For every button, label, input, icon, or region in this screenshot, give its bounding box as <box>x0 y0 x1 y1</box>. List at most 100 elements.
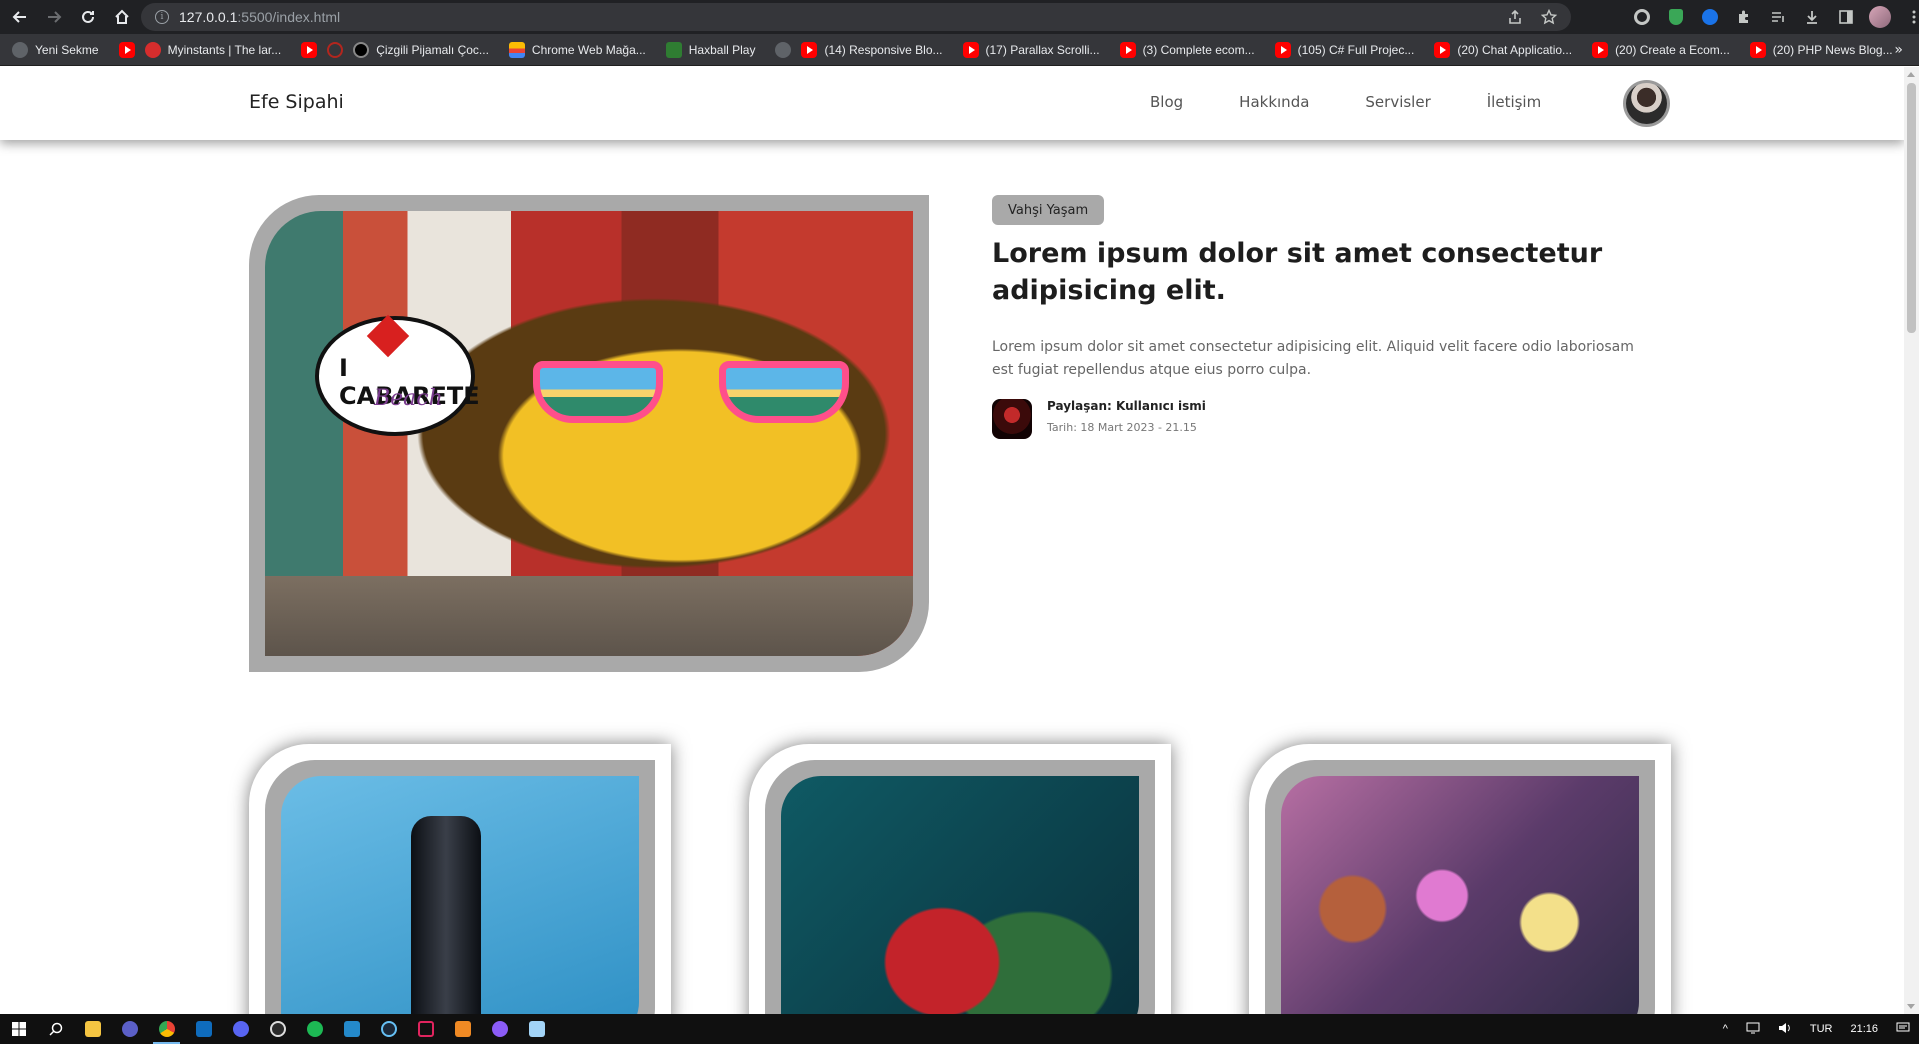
system-tray: ^ TUR 21:16 <box>1714 1014 1919 1044</box>
bookmark-item[interactable]: (20) PHP News Blog... <box>1749 41 1893 58</box>
extension-icon-1[interactable] <box>1630 5 1654 29</box>
app-icon-g[interactable] <box>259 1014 296 1044</box>
share-icon[interactable] <box>1507 9 1523 25</box>
search-icon[interactable] <box>37 1014 74 1044</box>
windows-taskbar: ^ TUR 21:16 <box>0 1014 1919 1044</box>
category-badge[interactable]: Vahşi Yaşam <box>992 195 1105 225</box>
card-image <box>281 776 639 1014</box>
bookmark-label: Myinstants | The lar... <box>167 42 282 57</box>
bookmark-item[interactable]: Yeni Sekme <box>12 41 99 58</box>
back-button[interactable] <box>6 3 34 31</box>
reload-button[interactable] <box>74 3 102 31</box>
youtube-icon <box>1592 41 1609 58</box>
bookmarks-overflow-icon[interactable]: » <box>1894 42 1903 58</box>
windows-start-icon[interactable] <box>0 1014 37 1044</box>
hero-image[interactable]: I CABARETE Beach <box>265 211 913 656</box>
bookmark-item[interactable]: (17) Parallax Scrolli... <box>962 41 1100 58</box>
app-icon-orange[interactable] <box>444 1014 481 1044</box>
post-title[interactable]: Lorem ipsum dolor sit amet consectetur a… <box>992 235 1612 309</box>
bookmark-label: (14) Responsive Blo... <box>824 42 943 57</box>
site-info-icon[interactable]: i <box>155 10 169 24</box>
media-playlist-icon[interactable] <box>1766 5 1790 29</box>
scroll-thumb[interactable] <box>1907 83 1916 333</box>
bookmark-item[interactable]: Myinstants | The lar... <box>144 41 282 58</box>
browser-toolbar: i 127.0.0.1 :5500/index.html <box>0 0 1919 34</box>
dark-icon <box>353 41 370 58</box>
url-host: 127.0.0.1 <box>179 9 238 25</box>
bookmark-item[interactable]: (3) Complete ecom... <box>1119 41 1255 58</box>
home-button[interactable] <box>108 3 136 31</box>
bookmark-item[interactable] <box>301 41 318 58</box>
bookmark-label: Haxball Play <box>688 42 756 57</box>
notifications-icon[interactable] <box>1896 1022 1910 1037</box>
nav-link-blog[interactable]: Blog <box>1150 93 1183 111</box>
bookmark-item[interactable]: (20) Chat Applicatio... <box>1434 41 1572 58</box>
post-date: Tarih: 18 Mart 2023 - 21.15 <box>1047 421 1197 434</box>
post-card-chameleon[interactable] <box>749 744 1171 1014</box>
site-logo[interactable]: Efe Sipahi <box>249 91 344 113</box>
extensions-puzzle-icon[interactable] <box>1732 5 1756 29</box>
shazam-icon[interactable] <box>1698 5 1722 29</box>
forward-button[interactable] <box>40 3 68 31</box>
bookmark-item[interactable]: (20) Create a Ecom... <box>1592 41 1730 58</box>
bookmark-item[interactable]: (14) Responsive Blo... <box>801 41 943 58</box>
author-info: Paylaşan: Kullanıcı ismi Tarih: 18 Mart … <box>992 399 1206 439</box>
bookmark-item[interactable]: Haxball Play <box>665 41 756 58</box>
youtube-icon <box>1434 41 1451 58</box>
post-card-robot-hand[interactable] <box>249 744 671 1014</box>
notepad-icon[interactable] <box>518 1014 555 1044</box>
youtube-icon <box>118 41 135 58</box>
post-card-parade[interactable] <box>1249 744 1671 1014</box>
bookmark-item[interactable] <box>118 41 135 58</box>
github-icon[interactable] <box>481 1014 518 1044</box>
scroll-down-arrow[interactable] <box>1907 1004 1915 1009</box>
bookmark-label: (17) Parallax Scrolli... <box>985 42 1100 57</box>
bookmark-label: (20) Create a Ecom... <box>1615 42 1730 57</box>
chrome-icon[interactable] <box>148 1014 185 1044</box>
nav-link-servisler[interactable]: Servisler <box>1365 93 1430 111</box>
language-indicator[interactable]: TUR <box>1810 1023 1833 1035</box>
bookmark-star-icon[interactable] <box>1541 9 1557 25</box>
side-panel-icon[interactable] <box>1834 5 1858 29</box>
bookmark-item[interactable]: Çizgili Pijamalı Çoc... <box>353 41 489 58</box>
bookmark-item[interactable]: (105) C# Full Projec... <box>1274 41 1415 58</box>
bookmark-label: (105) C# Full Projec... <box>1297 42 1415 57</box>
steam-icon[interactable] <box>370 1014 407 1044</box>
file-explorer-icon[interactable] <box>74 1014 111 1044</box>
author-name: Paylaşan: Kullanıcı ismi <box>1047 399 1206 413</box>
app-icon-red[interactable] <box>407 1014 444 1044</box>
bookmark-label: Çizgili Pijamalı Çoc... <box>376 42 489 57</box>
bookmark-label: (3) Complete ecom... <box>1142 42 1255 57</box>
address-bar[interactable]: i 127.0.0.1 :5500/index.html <box>141 3 1571 31</box>
mural-script-text: Beach <box>374 386 443 411</box>
download-icon[interactable] <box>1800 5 1824 29</box>
network-icon[interactable] <box>1746 1022 1760 1037</box>
red-icon <box>144 41 161 58</box>
bookmark-item[interactable]: Chrome Web Mağa... <box>508 41 646 58</box>
chrome-menu-icon[interactable] <box>1902 5 1919 29</box>
profile-avatar-icon[interactable] <box>1868 5 1892 29</box>
bookmarks-bar: Yeni Sekme Myinstants | The lar... Çizgili… <box>0 34 1919 66</box>
discord-icon[interactable] <box>222 1014 259 1044</box>
tray-overflow-icon[interactable]: ^ <box>1723 1023 1728 1035</box>
bookmark-item[interactable] <box>775 41 792 58</box>
mail-icon[interactable] <box>185 1014 222 1044</box>
bookmark-label: (20) PHP News Blog... <box>1772 42 1893 57</box>
youtube-icon <box>801 41 818 58</box>
spotify-icon[interactable] <box>296 1014 333 1044</box>
vscode-icon[interactable] <box>333 1014 370 1044</box>
scroll-up-arrow[interactable] <box>1907 72 1915 77</box>
clock[interactable]: 21:16 <box>1850 1023 1878 1035</box>
app-icon-blue[interactable] <box>111 1014 148 1044</box>
nav-link-hakkinda[interactable]: Hakkında <box>1239 93 1309 111</box>
page-scrollbar[interactable] <box>1904 67 1919 1014</box>
user-avatar[interactable] <box>1623 80 1670 127</box>
bookmark-item[interactable] <box>327 41 344 58</box>
shield-icon[interactable] <box>1664 5 1688 29</box>
store-icon <box>508 41 525 58</box>
web-page: Efe Sipahi Blog Hakkında Servisler İleti… <box>0 67 1904 1014</box>
youtube-icon <box>1119 41 1136 58</box>
site-header: Efe Sipahi Blog Hakkında Servisler İleti… <box>0 67 1904 140</box>
nav-link-iletisim[interactable]: İletişim <box>1487 93 1541 111</box>
volume-icon[interactable] <box>1778 1022 1792 1037</box>
